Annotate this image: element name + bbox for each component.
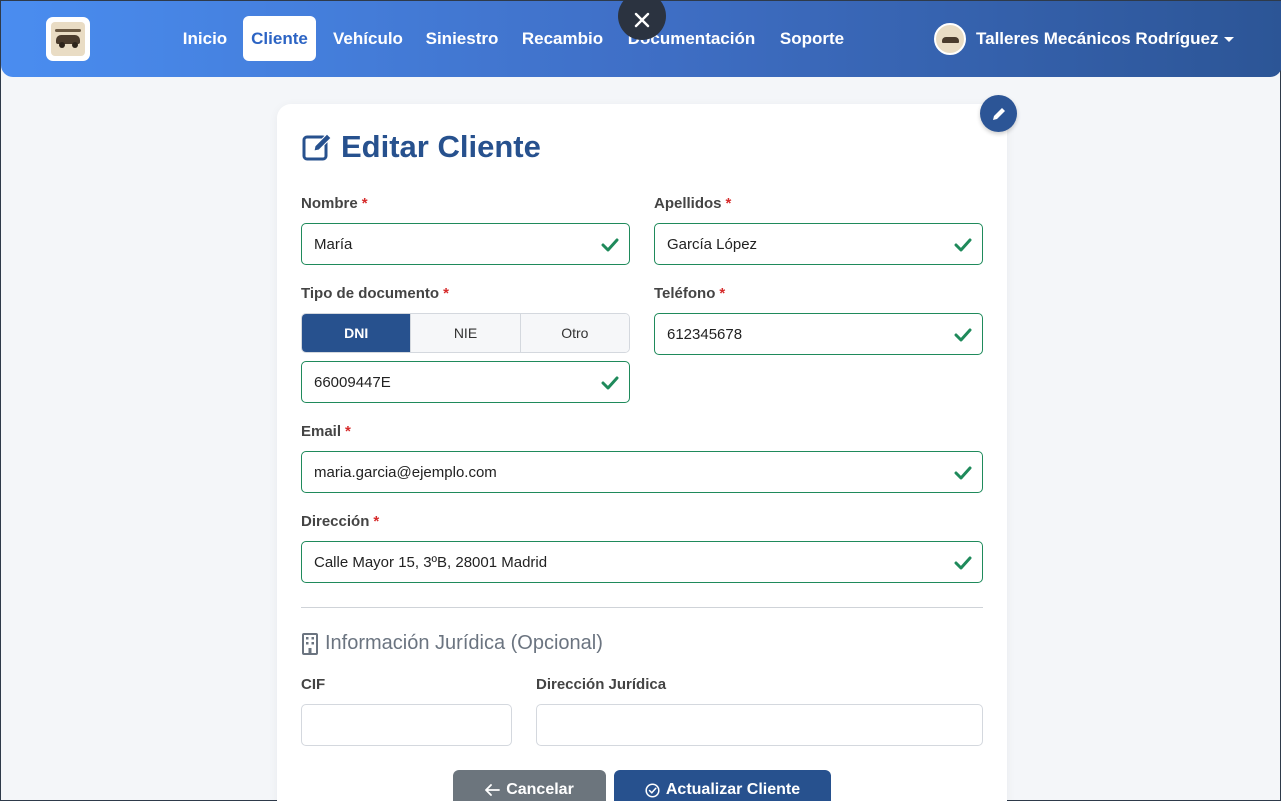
doc-type-nie[interactable]: NIE xyxy=(410,314,520,352)
avatar xyxy=(934,23,966,55)
nombre-field[interactable]: María xyxy=(301,223,630,265)
edit-button[interactable] xyxy=(980,95,1017,132)
email-value: maria.garcia@ejemplo.com xyxy=(314,463,497,481)
chevron-down-icon xyxy=(1224,36,1235,42)
brand-logo[interactable] xyxy=(46,17,90,61)
check-icon xyxy=(601,238,619,252)
arrow-left-icon xyxy=(485,784,501,796)
cif-label: CIF xyxy=(301,676,326,693)
direccion-juridica-label: Dirección Jurídica xyxy=(536,676,667,693)
close-icon xyxy=(634,12,650,28)
user-menu[interactable]: Talleres Mecánicos Rodríguez xyxy=(934,22,1235,56)
logo-image xyxy=(51,22,85,56)
email-field[interactable]: maria.garcia@ejemplo.com xyxy=(301,451,983,493)
direccion-field[interactable]: Calle Mayor 15, 3ºB, 28001 Madrid xyxy=(301,541,983,583)
documento-value: 66009447E xyxy=(314,373,391,391)
user-name: Talleres Mecánicos Rodríguez xyxy=(976,29,1219,48)
juridica-section-title: Información Jurídica (Opcional) xyxy=(301,632,603,655)
documento-field[interactable]: 66009447E xyxy=(301,361,630,403)
telefono-field[interactable]: 612345678 xyxy=(654,313,983,355)
page-title: Editar Cliente xyxy=(341,129,541,164)
pencil-icon xyxy=(992,107,1005,120)
check-icon xyxy=(601,376,619,390)
building-icon xyxy=(302,632,318,655)
nav-item-vehiculo[interactable]: Vehículo xyxy=(328,16,408,61)
telefono-value: 612345678 xyxy=(667,325,743,343)
email-label: Email * xyxy=(301,423,351,440)
check-circle-icon xyxy=(645,782,660,798)
apellidos-label: Apellidos * xyxy=(654,195,732,212)
cancel-button[interactable]: Cancelar xyxy=(453,770,606,801)
edit-square-icon xyxy=(302,133,332,161)
apellidos-value: García López xyxy=(667,235,758,253)
check-icon xyxy=(954,466,972,480)
doc-type-otro[interactable]: Otro xyxy=(519,314,629,352)
direccion-value: Calle Mayor 15, 3ºB, 28001 Madrid xyxy=(314,553,548,571)
direccion-label: Dirección * xyxy=(301,513,380,530)
direccion-juridica-field[interactable] xyxy=(536,704,983,746)
telefono-label: Teléfono * xyxy=(654,285,726,302)
nav-item-inicio[interactable]: Inicio xyxy=(179,16,231,61)
nombre-value: María xyxy=(314,235,353,253)
section-divider xyxy=(301,607,983,608)
apellidos-field[interactable]: García López xyxy=(654,223,983,265)
update-client-button[interactable]: Actualizar Cliente xyxy=(614,770,831,801)
check-icon xyxy=(954,328,972,342)
cif-field[interactable] xyxy=(301,704,512,746)
update-client-button-label: Actualizar Cliente xyxy=(665,781,801,798)
doc-type-dni[interactable]: DNI xyxy=(302,314,411,352)
check-icon xyxy=(954,238,972,252)
cancel-button-label: Cancelar xyxy=(506,781,574,798)
check-icon xyxy=(954,556,972,570)
tipo-documento-selector: DNI NIE Otro xyxy=(301,313,630,353)
nav-item-soporte[interactable]: Soporte xyxy=(775,16,849,61)
nav-item-recambio[interactable]: Recambio xyxy=(517,16,608,61)
nav-item-cliente[interactable]: Cliente xyxy=(243,16,316,61)
tipo-documento-label: Tipo de documento * xyxy=(301,285,449,302)
page-header: Editar Cliente xyxy=(301,129,541,165)
nav-item-siniestro[interactable]: Siniestro xyxy=(421,16,503,61)
nombre-label: Nombre * xyxy=(301,195,368,212)
